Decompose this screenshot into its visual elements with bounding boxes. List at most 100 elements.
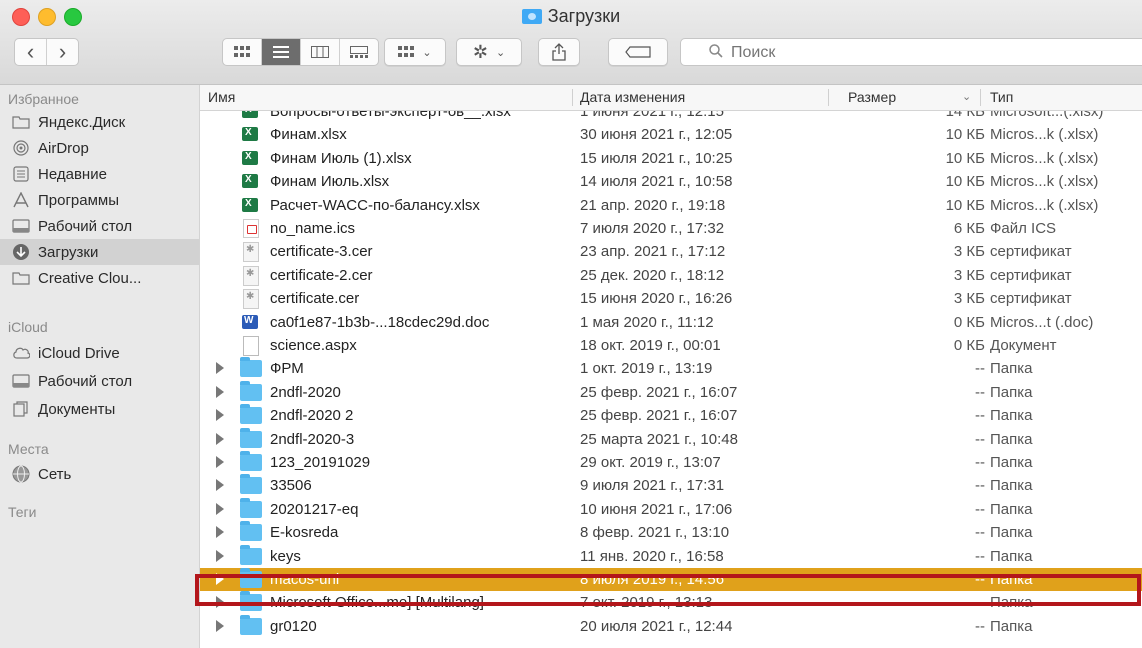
disclosure-triangle-icon[interactable] xyxy=(216,385,224,398)
disclosure-triangle-icon[interactable] xyxy=(216,362,224,375)
certificate-file-icon xyxy=(243,289,259,310)
folder-row[interactable]: 33506 9 июля 2021 г., 17:31 -- Папка xyxy=(200,474,1142,497)
folder-row[interactable]: 123_20191029 29 окт. 2019 г., 13:07 -- Папк… xyxy=(200,451,1142,474)
sidebar-section-places: Места xyxy=(8,441,49,457)
sidebar-item-yandex-disk[interactable]: Яндекс.Диск xyxy=(0,109,199,135)
column-divider[interactable] xyxy=(980,89,981,106)
file-kind: Папка xyxy=(990,594,1033,612)
file-date-modified: 8 июля 2019 г., 14:56 xyxy=(580,571,725,588)
folder-row[interactable]: 2ndfl-2020-3 25 марта 2021 г., 10:48 -- Пап… xyxy=(200,427,1142,451)
file-row[interactable]: science.aspx 18 окт. 2019 г., 00:01 0 КБ До… xyxy=(200,334,1142,357)
file-row[interactable]: certificate.cer 15 июня 2020 г., 16:26 3 К… xyxy=(200,287,1142,310)
file-row[interactable]: Вопросы-ответы-эксперт-ов__.xlsx 1 июня 2… xyxy=(200,111,1142,123)
file-row[interactable]: Финам.xlsx 30 июня 2021 г., 12:05 10 КБ Mic… xyxy=(200,123,1142,146)
disclosure-triangle-icon[interactable] xyxy=(216,479,224,492)
sidebar-item-icloud-drive[interactable]: iCloud Drive xyxy=(0,340,199,366)
file-row[interactable]: Финам Июль (1).xlsx 15 июля 2021 г., 10:2… xyxy=(200,147,1142,170)
disclosure-triangle-icon[interactable] xyxy=(216,432,224,445)
sidebar-item-applications[interactable]: Программы xyxy=(0,187,199,213)
sidebar-item-label: Недавние xyxy=(38,165,107,183)
file-row[interactable]: ca0f1e87-1b3b-...18cdec29d.doc 1 мая 2020… xyxy=(200,311,1142,334)
file-name: 2ndfl-2020 xyxy=(270,383,341,401)
folder-row[interactable]: 2ndfl-2020 2 25 февр. 2021 г., 16:07 -- Пап… xyxy=(200,404,1142,427)
column-view-button[interactable] xyxy=(301,39,340,65)
word-file-icon xyxy=(242,314,258,329)
column-header-name[interactable]: Имя xyxy=(208,87,235,108)
file-row[interactable]: Расчет-WACC-по-балансу.xlsx 21 апр. 2020 … xyxy=(200,194,1142,217)
chevron-down-icon: ⌄ xyxy=(422,46,432,59)
disclosure-triangle-icon[interactable] xyxy=(216,549,224,562)
file-date-modified: 23 апр. 2021 г., 17:12 xyxy=(580,243,726,261)
folder-row[interactable]: ФРМ 1 окт. 2019 г., 13:19 -- Папка xyxy=(200,357,1142,380)
forward-button[interactable]: › xyxy=(47,39,78,65)
file-name: certificate-2.cer xyxy=(270,266,373,284)
file-date-modified: 11 янв. 2020 г., 16:58 xyxy=(580,547,724,565)
disclosure-triangle-icon[interactable] xyxy=(216,456,224,468)
file-date-modified: 25 февр. 2021 г., 16:07 xyxy=(580,383,738,401)
file-date-modified: 18 окт. 2019 г., 00:01 xyxy=(580,337,721,354)
disclosure-triangle-icon[interactable] xyxy=(216,409,224,422)
folder-row[interactable]: keys 11 янв. 2020 г., 16:58 -- Папка xyxy=(200,544,1142,568)
file-name: 2ndfl-2020 2 xyxy=(270,407,354,425)
sidebar-item-downloads[interactable]: Загрузки xyxy=(0,239,199,265)
tag-button[interactable] xyxy=(608,38,668,66)
file-size: 3 КБ xyxy=(953,266,985,284)
column-header-type[interactable]: Тип xyxy=(990,87,1013,108)
file-kind: Папка xyxy=(990,617,1033,635)
sidebar-item-creative-cloud[interactable]: Creative Clou... xyxy=(0,265,199,291)
sidebar-item-network[interactable]: Сеть xyxy=(0,461,199,487)
disclosure-triangle-icon[interactable] xyxy=(216,502,224,515)
sidebar-item-desktop[interactable]: Рабочий стол xyxy=(0,213,199,239)
action-menu-button[interactable]: ✲ ⌄ xyxy=(456,38,522,66)
excel-file-icon xyxy=(242,150,258,165)
file-kind: Папка xyxy=(990,360,1033,378)
excel-file-icon xyxy=(242,127,258,142)
column-header-size[interactable]: Размер xyxy=(848,87,896,108)
folder-icon xyxy=(240,427,262,448)
disclosure-triangle-icon[interactable] xyxy=(216,573,224,585)
folder-row[interactable]: 20201217-eq 10 июня 2021 г., 17:06 -- Папка xyxy=(200,497,1142,521)
file-name: gr0120 xyxy=(270,617,317,635)
file-date-modified: 9 июля 2021 г., 17:31 xyxy=(580,477,725,495)
search-input[interactable] xyxy=(729,42,1133,64)
file-date-modified: 15 июня 2020 г., 16:26 xyxy=(580,290,733,308)
gallery-view-button[interactable] xyxy=(340,39,378,65)
file-row[interactable]: certificate-2.cer 25 дек. 2020 г., 18:12 3… xyxy=(200,264,1142,287)
folder-icon xyxy=(240,497,262,518)
folder-row[interactable]: 2ndfl-2020 25 февр. 2021 г., 16:07 -- Папка xyxy=(200,380,1142,404)
file-size: -- xyxy=(975,430,985,448)
file-size: -- xyxy=(975,454,985,471)
file-name: certificate-3.cer xyxy=(270,243,373,261)
file-size: 0 КБ xyxy=(953,313,985,331)
column-divider[interactable] xyxy=(572,89,573,106)
icon-view-button[interactable] xyxy=(223,39,262,65)
folder-row[interactable]: gr0120 20 июля 2021 г., 12:44 -- Папка xyxy=(200,614,1142,638)
column-header-date[interactable]: Дата изменения xyxy=(580,87,685,108)
list-view-button[interactable] xyxy=(262,39,301,65)
file-date-modified: 7 июля 2020 г., 17:32 xyxy=(580,220,725,237)
back-button[interactable]: ‹ xyxy=(15,39,47,65)
group-by-button[interactable]: ⌄ xyxy=(384,38,446,66)
sidebar-item-label: Яндекс.Диск xyxy=(38,113,126,131)
sidebar-item-documents[interactable]: Документы xyxy=(0,396,199,422)
sidebar-item-label: Рабочий стол xyxy=(38,372,133,390)
file-row[interactable]: certificate-3.cer 23 апр. 2021 г., 17:12 3… xyxy=(200,240,1142,263)
share-button[interactable] xyxy=(538,38,580,66)
folder-row[interactable]: E-kosreda 8 февр. 2021 г., 13:10 -- Папка xyxy=(200,521,1142,544)
sidebar-item-icloud-desktop[interactable]: Рабочий стол xyxy=(0,368,199,394)
file-kind: Папка xyxy=(990,383,1033,401)
column-divider[interactable] xyxy=(828,89,829,106)
sidebar-item-airdrop[interactable]: AirDrop xyxy=(0,135,199,161)
sort-chevron-down-icon: ⌄ xyxy=(962,91,972,103)
file-row[interactable]: no_name.ics 7 июля 2020 г., 17:32 6 КБ Файл… xyxy=(200,217,1142,240)
file-size: 0 КБ xyxy=(953,337,985,354)
file-size: -- xyxy=(975,383,985,401)
folder-row[interactable]: Microsoft Office...me] [Multilang] 7 окт.… xyxy=(200,591,1142,614)
sidebar-item-recents[interactable]: Недавние xyxy=(0,161,199,187)
folder-row[interactable]: macos-uni 8 июля 2019 г., 14:56 -- Папка xyxy=(200,568,1142,591)
disclosure-triangle-icon[interactable] xyxy=(216,619,224,632)
search-field[interactable] xyxy=(680,38,1142,66)
file-row[interactable]: Финам Июль.xlsx 14 июля 2021 г., 10:58 10 … xyxy=(200,170,1142,193)
disclosure-triangle-icon[interactable] xyxy=(216,596,224,609)
disclosure-triangle-icon[interactable] xyxy=(216,526,224,539)
